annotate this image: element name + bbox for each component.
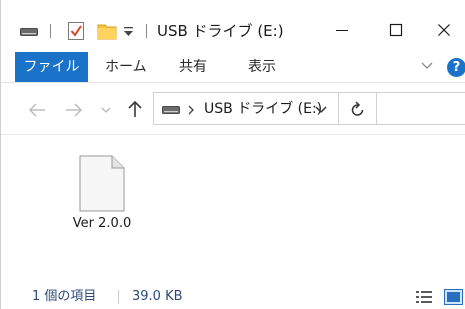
address-bar[interactable]: USB ドライブ (E:) bbox=[153, 92, 339, 125]
minimize-button[interactable] bbox=[319, 14, 365, 46]
file-explorer-window: USB ドライブ (E:) ファイル ホーム 共有 表示 ? USB ドライブ … bbox=[0, 0, 465, 309]
tab-file[interactable]: ファイル bbox=[15, 52, 88, 82]
up-arrow-icon[interactable] bbox=[128, 100, 142, 118]
close-icon bbox=[438, 24, 450, 36]
recent-locations-chevron-icon[interactable] bbox=[101, 107, 111, 114]
properties-check-icon[interactable] bbox=[67, 21, 85, 41]
status-size: 39.0 KB bbox=[132, 289, 183, 304]
status-separator bbox=[118, 290, 119, 304]
status-item-count: 1 個の項目 bbox=[32, 289, 97, 304]
back-arrow-icon[interactable] bbox=[28, 103, 46, 117]
maximize-button[interactable] bbox=[373, 14, 419, 46]
large-icons-view-icon[interactable] bbox=[444, 289, 463, 305]
search-input[interactable] bbox=[377, 92, 465, 125]
forward-arrow-icon[interactable] bbox=[65, 103, 83, 117]
customize-dropdown-icon[interactable] bbox=[123, 26, 134, 38]
address-path[interactable]: USB ドライブ (E:) bbox=[204, 99, 322, 119]
refresh-icon bbox=[351, 101, 364, 116]
document-icon bbox=[79, 155, 125, 212]
details-view-icon[interactable] bbox=[415, 290, 433, 304]
quick-access-separator bbox=[50, 24, 51, 38]
file-name: Ver 2.0.0 bbox=[72, 216, 132, 231]
drive-icon bbox=[162, 106, 180, 114]
minimize-icon bbox=[336, 30, 348, 31]
tab-home[interactable]: ホーム bbox=[105, 52, 147, 82]
maximize-icon bbox=[389, 23, 403, 37]
ribbon-divider bbox=[1, 82, 465, 83]
ribbon-expand-chevron-icon[interactable] bbox=[421, 61, 433, 71]
title-separator bbox=[146, 24, 147, 38]
refresh-button[interactable] bbox=[339, 92, 377, 125]
drive-icon bbox=[20, 28, 38, 36]
close-button[interactable] bbox=[421, 14, 465, 46]
address-dropdown-icon[interactable] bbox=[315, 106, 327, 114]
breadcrumb-chevron-icon[interactable] bbox=[188, 105, 194, 115]
help-icon[interactable]: ? bbox=[447, 58, 465, 77]
tab-view[interactable]: 表示 bbox=[248, 52, 276, 82]
window-title: USB ドライブ (E:) bbox=[157, 22, 284, 40]
new-folder-icon[interactable] bbox=[97, 22, 117, 40]
file-item[interactable]: Ver 2.0.0 bbox=[61, 150, 143, 240]
tab-share[interactable]: 共有 bbox=[179, 52, 207, 82]
